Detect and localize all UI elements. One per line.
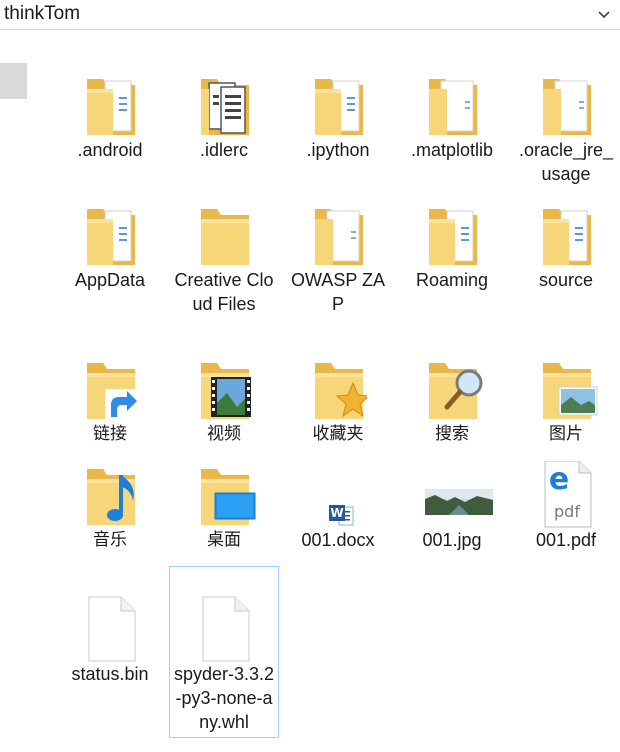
file-item-label: spyder-3.3.2-py3-none-any.whl — [173, 664, 275, 732]
address-path[interactable]: thinkTom — [4, 3, 80, 25]
folder-icon — [56, 43, 166, 135]
file-item[interactable]: status.bin — [55, 566, 165, 716]
file-item-label: .idlerc — [199, 140, 248, 160]
navigation-pane-edge — [0, 30, 30, 752]
svg-text:e: e — [549, 462, 569, 497]
desktop-folder-icon — [170, 433, 280, 525]
file-item-label: 001.pdf — [535, 530, 597, 550]
file-item[interactable]: .ipython — [283, 42, 393, 192]
links-folder-icon — [56, 327, 166, 423]
file-item-label: status.bin — [71, 664, 149, 684]
file-item[interactable]: .idlerc — [169, 42, 279, 192]
folder-icon — [398, 43, 508, 135]
videos-folder-icon — [170, 327, 280, 419]
image-thumbnail-icon — [398, 433, 508, 515]
folder-icon — [512, 43, 620, 135]
address-bar[interactable]: thinkTom — [0, 0, 620, 30]
searches-folder-icon — [398, 327, 508, 419]
music-folder-icon — [56, 433, 166, 525]
file-item[interactable]: AppData — [55, 172, 165, 322]
folder-icon — [170, 43, 280, 135]
file-item-label: .matplotlib — [410, 140, 494, 160]
file-item[interactable]: 音乐 — [55, 432, 165, 582]
file-item-label: .ipython — [306, 140, 370, 160]
word-document-icon: W — [284, 433, 394, 526]
file-item[interactable]: .android — [55, 42, 165, 192]
pictures-folder-icon — [512, 327, 620, 419]
folder-icon — [398, 173, 508, 265]
file-item-label: 001.docx — [301, 530, 375, 550]
folder-icon — [170, 173, 280, 265]
file-item[interactable]: .oracle_jre_usage — [511, 42, 620, 192]
file-item[interactable]: .matplotlib — [397, 42, 507, 192]
folder-icon — [284, 43, 394, 135]
file-item[interactable]: spyder-3.3.2-py3-none-any.whl — [169, 566, 279, 738]
file-item[interactable]: 001.jpg — [397, 432, 507, 582]
file-item[interactable]: 桌面 — [169, 432, 279, 582]
nav-pane-scroll-thumb[interactable] — [0, 63, 27, 99]
file-item[interactable]: e pdf 001.pdf — [511, 432, 620, 582]
file-item-label: .android — [77, 140, 143, 160]
file-item[interactable]: source — [511, 172, 620, 322]
file-item-label: 001.jpg — [422, 530, 482, 550]
favorites-folder-icon — [284, 327, 394, 419]
folder-icon — [56, 173, 166, 265]
svg-text:W: W — [330, 506, 343, 520]
file-item-label: Creative Cloud Files — [174, 270, 274, 314]
file-item-label: 音乐 — [93, 530, 127, 550]
file-item-label: Roaming — [415, 270, 489, 290]
folder-icon — [512, 173, 620, 265]
pdf-badge-text: pdf — [554, 502, 580, 521]
file-item-label: source — [538, 270, 594, 290]
chevron-down-icon[interactable] — [598, 9, 610, 21]
file-item[interactable]: OWASP ZAP — [283, 172, 393, 322]
blank-file-icon — [56, 567, 166, 662]
pdf-document-icon: e pdf — [512, 433, 620, 528]
file-item-label: AppData — [74, 270, 146, 290]
file-item-label: 桌面 — [207, 530, 241, 550]
file-item-label: OWASP ZAP — [290, 270, 386, 314]
folder-icon — [284, 173, 394, 265]
file-item[interactable]: Creative Cloud Files — [169, 172, 279, 322]
blank-file-icon — [170, 567, 280, 662]
file-item[interactable]: Roaming — [397, 172, 507, 322]
file-item[interactable]: W 001.docx — [283, 432, 393, 582]
